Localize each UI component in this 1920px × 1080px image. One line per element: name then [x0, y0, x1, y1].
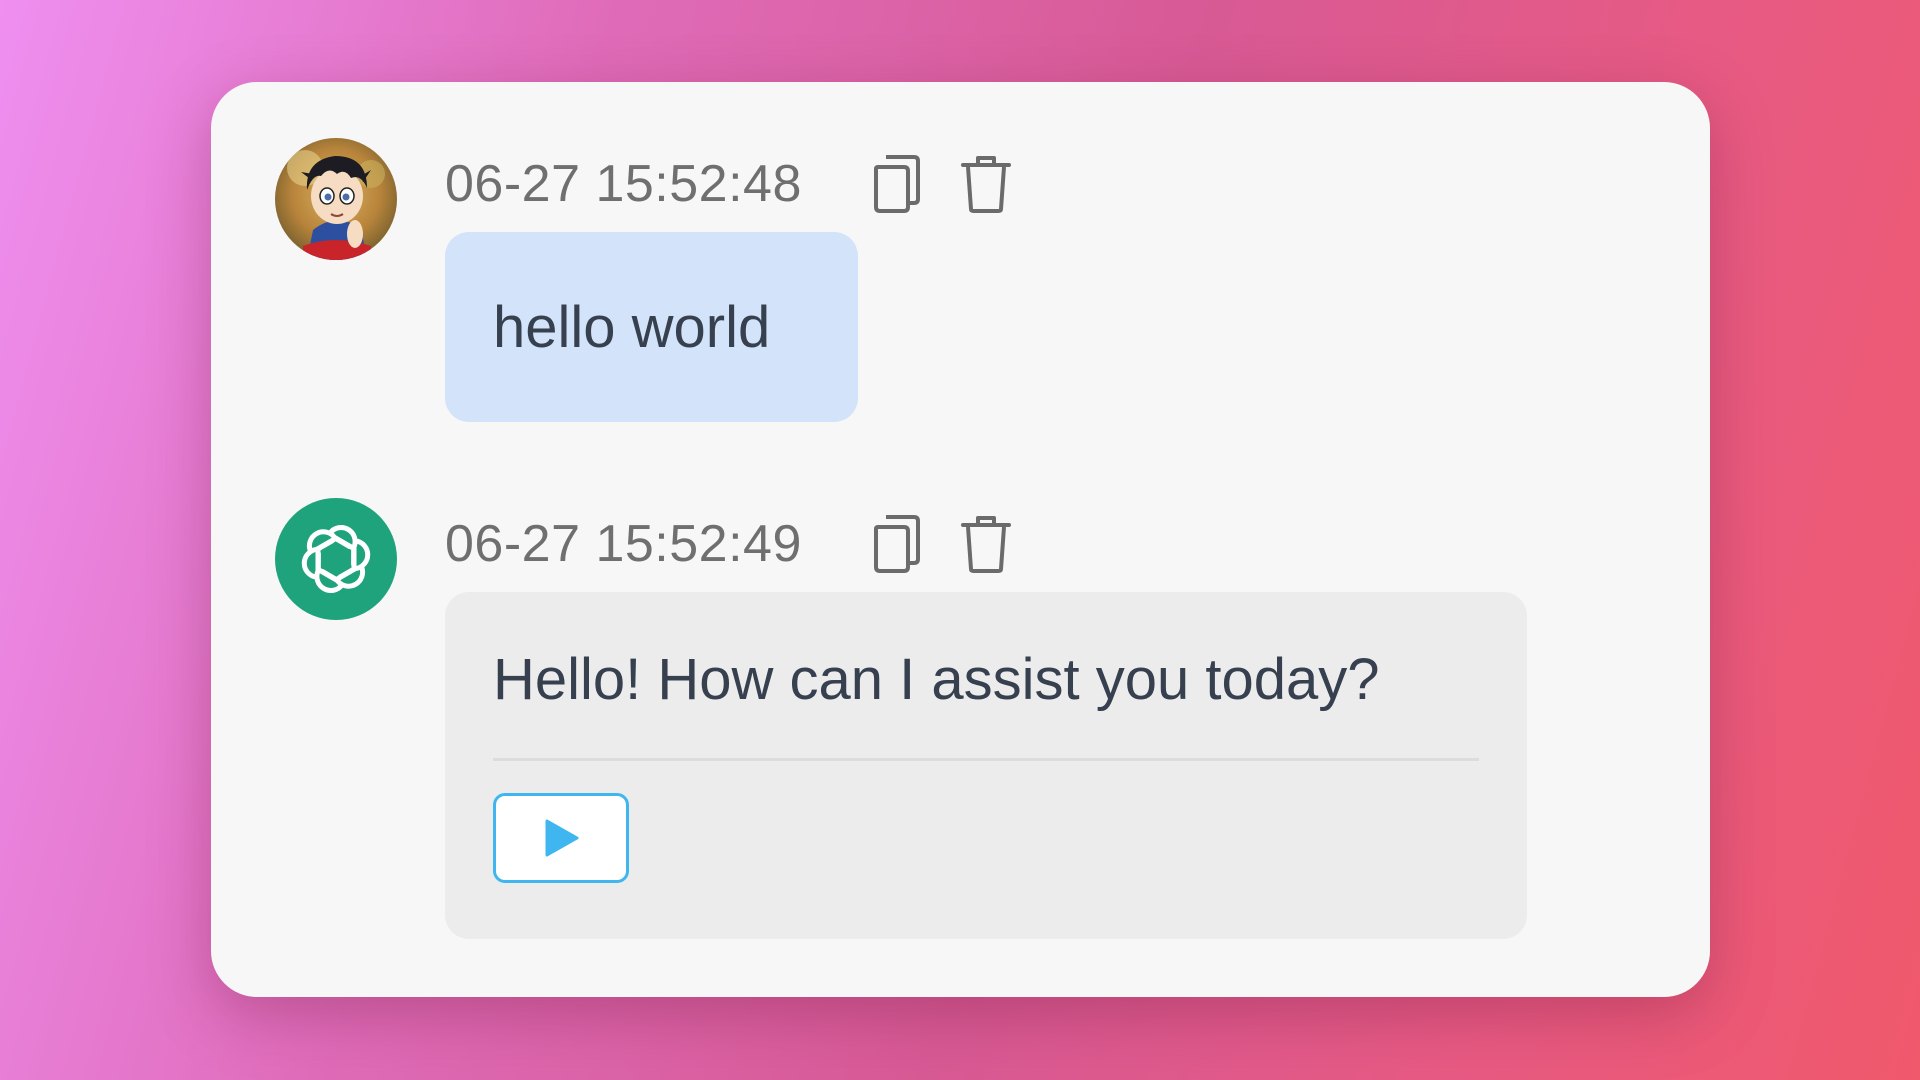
- copy-button[interactable]: [866, 509, 926, 579]
- user-message-text: hello world: [493, 294, 771, 360]
- message-assistant: 06-27 15:52:49 Hello! How can I assist y…: [275, 498, 1527, 939]
- assistant-message-bubble: Hello! How can I assist you today?: [445, 592, 1527, 939]
- copy-button[interactable]: [866, 149, 926, 219]
- message-content: 06-27 15:52:49 Hello! How can I assist y…: [445, 498, 1527, 939]
- play-audio-button[interactable]: [493, 793, 629, 883]
- delete-button[interactable]: [956, 509, 1016, 579]
- message-timestamp: 06-27 15:52:49: [445, 515, 802, 573]
- play-icon: [545, 819, 579, 857]
- user-message-bubble: hello world: [445, 232, 858, 422]
- chat-card: 06-27 15:52:48 hello world 06-27 15:52:4…: [211, 82, 1710, 997]
- openai-logo-icon: [301, 525, 371, 593]
- message-timestamp: 06-27 15:52:48: [445, 155, 802, 213]
- copy-icon: [873, 515, 920, 573]
- message-content: 06-27 15:52:48 hello world: [445, 138, 1016, 422]
- assistant-avatar: [275, 498, 397, 620]
- bubble-divider: [493, 758, 1479, 761]
- delete-button[interactable]: [956, 149, 1016, 219]
- message-meta: 06-27 15:52:48: [445, 146, 1016, 222]
- assistant-message-text: Hello! How can I assist you today?: [493, 647, 1380, 712]
- message-user: 06-27 15:52:48 hello world: [275, 138, 1016, 422]
- trash-icon: [960, 516, 1011, 573]
- copy-icon: [873, 155, 920, 213]
- user-avatar: [275, 138, 397, 260]
- message-meta: 06-27 15:52:49: [445, 506, 1527, 582]
- trash-icon: [960, 156, 1011, 213]
